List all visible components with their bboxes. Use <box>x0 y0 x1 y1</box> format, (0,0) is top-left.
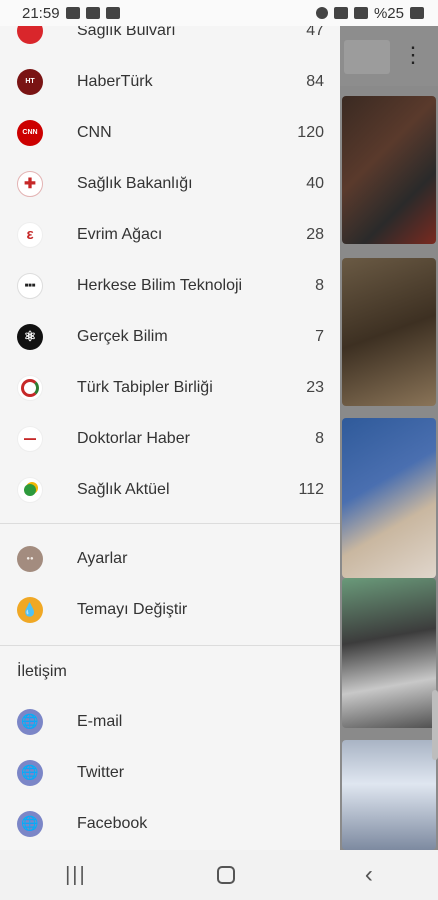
contact-item-twitter[interactable]: 🌐 Twitter <box>0 747 340 798</box>
alarm-icon <box>315 7 328 19</box>
doktorlar-haber-logo-icon: ▬▬ <box>17 425 43 452</box>
menu-item-label: Temayı Değiştir <box>77 600 188 618</box>
menu-item-label: Ayarlar <box>77 549 128 567</box>
saglik-bulvari-logo-icon <box>17 26 43 44</box>
scrollbar[interactable] <box>432 690 438 760</box>
herkese-bilim-logo-icon: ■■■ <box>17 272 43 299</box>
battery-level: %25 <box>373 4 404 22</box>
recent-apps-icon[interactable]: ||| <box>65 864 87 887</box>
contact-section-title: İletişim <box>17 663 67 680</box>
source-count: 28 <box>306 225 324 243</box>
saglik-aktuel-logo-icon <box>17 476 43 503</box>
source-count: 47 <box>306 26 324 39</box>
globe-icon: 🌐 <box>17 759 43 786</box>
news-thumbnail[interactable] <box>342 740 436 850</box>
source-name: Evrim Ağacı <box>77 225 163 243</box>
globe-icon: 🌐 <box>17 810 43 837</box>
source-name: Doktorlar Haber <box>77 429 190 447</box>
contact-item-label: Facebook <box>77 814 148 832</box>
source-item-gercek-bilim[interactable]: ⚛ Gerçek Bilim 7 <box>0 311 340 362</box>
source-item-saglik-bakanligi[interactable]: ✚ Sağlık Bakanlığı 40 <box>0 158 340 209</box>
section-divider <box>0 523 340 524</box>
source-item-saglik-aktuel[interactable]: Sağlık Aktüel 112 <box>0 464 340 515</box>
navigation-drawer: Sağlık Bulvarı 47 HT HaberTürk 84 CNN CN… <box>0 26 340 850</box>
globe-icon: 🌐 <box>17 708 43 735</box>
source-item-doktorlar-haber[interactable]: ▬▬ Doktorlar Haber 8 <box>0 413 340 464</box>
source-count: 23 <box>306 378 324 396</box>
source-item-evrim-agaci[interactable]: ε Evrim Ağacı 28 <box>0 209 340 260</box>
mail-icon <box>105 7 120 19</box>
contact-item-email[interactable]: 🌐 E-mail <box>0 696 340 747</box>
menu-item-settings[interactable]: ●● Ayarlar <box>0 533 340 584</box>
source-item-haberturk[interactable]: HT HaberTürk 84 <box>0 56 340 107</box>
status-time: 21:59 <box>22 4 60 22</box>
home-icon[interactable] <box>216 866 235 884</box>
news-thumbnail[interactable] <box>342 258 436 406</box>
evrim-agaci-logo-icon: ε <box>17 221 43 248</box>
contact-item-facebook[interactable]: 🌐 Facebook <box>0 798 340 849</box>
system-navigation-bar: ||| ‹ <box>0 850 438 900</box>
background-feed: ⋮ <box>340 26 438 850</box>
cnn-logo-icon: CNN <box>17 119 43 146</box>
wifi-icon <box>333 7 348 19</box>
status-bar: 21:59 %25 <box>0 0 438 26</box>
source-item-herkese-bilim-teknoloji[interactable]: ■■■ Herkese Bilim Teknoloji 8 <box>0 260 340 311</box>
theme-drop-icon: 💧 <box>17 596 43 623</box>
source-name: Türk Tabipler Birliği <box>77 378 213 396</box>
gercek-bilim-logo-icon: ⚛ <box>17 323 43 350</box>
news-thumbnail[interactable] <box>342 96 436 244</box>
image-icon <box>85 7 100 19</box>
contact-item-label: Twitter <box>77 763 125 781</box>
source-count: 84 <box>306 72 324 90</box>
source-count: 112 <box>298 480 324 498</box>
source-count: 40 <box>306 174 324 192</box>
status-right: %25 <box>315 4 424 22</box>
source-item-turk-tabipler-birligi[interactable]: Türk Tabipler Birliği 23 <box>0 362 340 413</box>
menu-item-change-theme[interactable]: 💧 Temayı Değiştir <box>0 584 340 635</box>
ttb-logo-icon <box>17 374 43 401</box>
source-name: Gerçek Bilim <box>77 327 168 345</box>
source-item-saglik-bulvari[interactable]: Sağlık Bulvarı 47 <box>0 26 340 56</box>
section-divider <box>0 645 340 646</box>
source-name: Sağlık Bulvarı <box>77 26 176 39</box>
battery-icon <box>410 7 424 19</box>
status-left: 21:59 <box>22 5 120 22</box>
source-count: 8 <box>315 429 324 447</box>
news-thumbnail[interactable] <box>342 418 436 578</box>
source-name: CNN <box>77 123 112 141</box>
source-count: 120 <box>297 123 324 141</box>
source-count: 8 <box>315 276 324 294</box>
source-count: 7 <box>315 327 324 345</box>
source-name: HaberTürk <box>77 72 153 90</box>
haberturk-logo-icon: HT <box>17 68 43 95</box>
more-options-icon[interactable]: ⋮ <box>402 44 424 66</box>
source-item-cnn[interactable]: CNN CNN 120 <box>0 107 340 158</box>
settings-logo-icon: ●● <box>17 545 43 572</box>
background-toolbar: ⋮ <box>340 26 438 86</box>
signal-icon <box>353 7 368 19</box>
source-name: Sağlık Bakanlığı <box>77 174 193 192</box>
source-name: Herkese Bilim Teknoloji <box>77 276 243 294</box>
contact-item-label: E-mail <box>77 712 123 730</box>
news-thumbnail[interactable] <box>342 578 436 728</box>
saglik-bakanligi-logo-icon: ✚ <box>17 170 43 197</box>
notification-icon <box>65 7 80 19</box>
back-icon[interactable]: ‹ <box>365 861 373 889</box>
background-search <box>344 40 390 74</box>
source-name: Sağlık Aktüel <box>77 480 170 498</box>
